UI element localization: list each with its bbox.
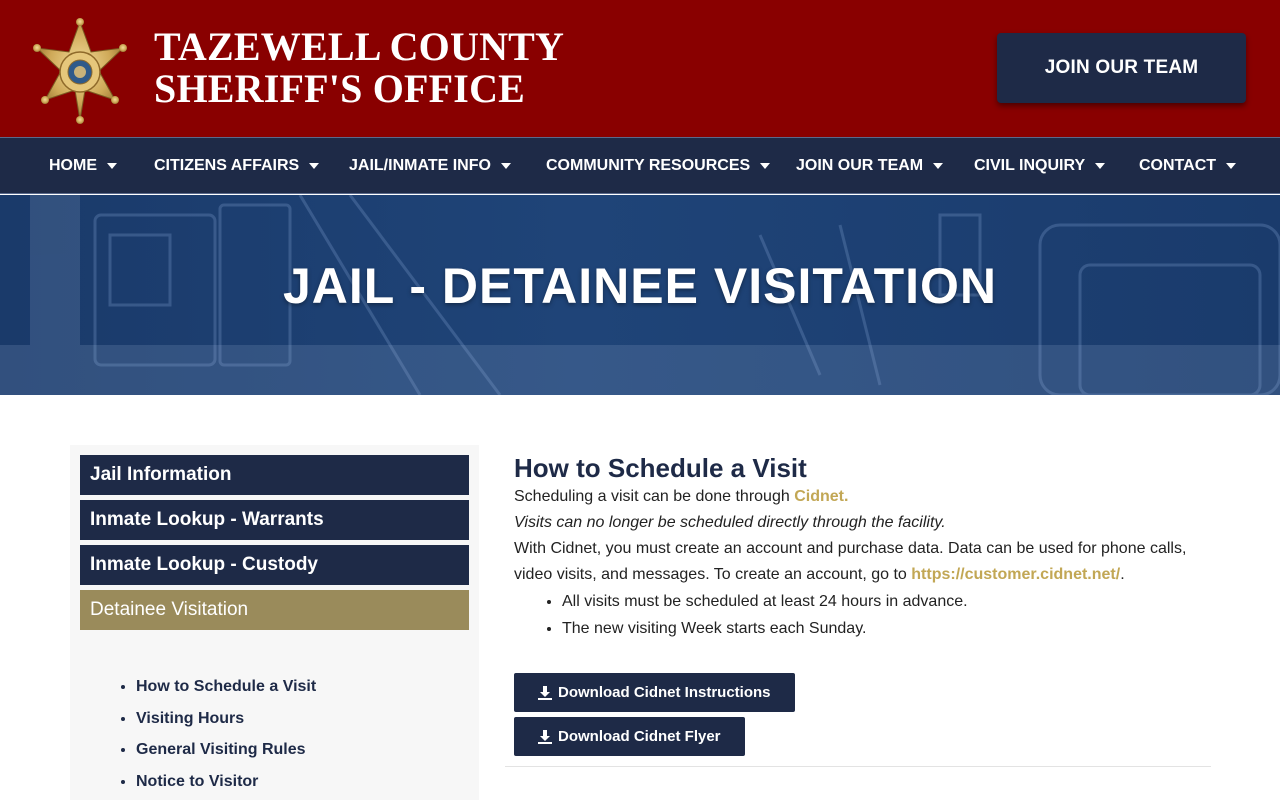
site-title-line2: SHERIFF'S OFFICE (154, 68, 564, 110)
chevron-down-icon (933, 163, 943, 169)
list-item: The new visiting Week starts each Sunday… (562, 616, 1211, 643)
join-our-team-button[interactable]: JOIN OUR TEAM (997, 33, 1246, 103)
account-text-end: . (1120, 566, 1124, 583)
sidebar-item-jail-information[interactable]: Jail Information (80, 455, 469, 495)
list-item: Visiting Hours (136, 709, 316, 741)
download-icon (538, 686, 552, 700)
visit-rules-list: All visits must be scheduled at least 24… (562, 589, 1211, 643)
download-cidnet-instructions-button[interactable]: Download Cidnet Instructions (514, 673, 795, 712)
sidebar-item-inmate-lookup-warrants[interactable]: Inmate Lookup - Warrants (80, 500, 469, 540)
nav-item-contact[interactable]: CONTACT (1139, 138, 1236, 194)
list-item: General Visiting Rules (136, 740, 316, 772)
site-title-line1: TAZEWELL COUNTY (154, 26, 564, 68)
main-content: How to Schedule a Visit Scheduling a vis… (514, 452, 1211, 643)
nav-item-label: JAIL/INMATE INFO (349, 157, 491, 175)
nav-item-label: CONTACT (1139, 157, 1216, 175)
account-paragraph: With Cidnet, you must create an account … (514, 536, 1211, 588)
intro-text: Scheduling a visit can be done through (514, 488, 794, 505)
sidebar-link-how-to-schedule[interactable]: How to Schedule a Visit (136, 678, 316, 695)
sidebar-item-detainee-visitation[interactable]: Detainee Visitation (80, 590, 469, 630)
nav-item-label: HOME (49, 157, 97, 175)
sidebar-link-general-visiting-rules[interactable]: General Visiting Rules (136, 741, 306, 758)
main-navigation: HOME CITIZENS AFFAIRS JAIL/INMATE INFO C… (0, 137, 1280, 194)
page-title: JAIL - DETAINEE VISITATION (0, 257, 1280, 315)
chevron-down-icon (1226, 163, 1236, 169)
sidebar-section-links: How to Schedule a Visit Visiting Hours G… (136, 677, 316, 803)
section-divider (505, 766, 1211, 767)
list-item: All visits must be scheduled at least 24… (562, 589, 1211, 616)
nav-item-label: CITIZENS AFFAIRS (154, 157, 299, 175)
nav-item-civil-inquiry[interactable]: CIVIL INQUIRY (974, 138, 1105, 194)
nav-item-community-resources[interactable]: COMMUNITY RESOURCES (546, 138, 770, 194)
page-hero-banner: JAIL - DETAINEE VISITATION (0, 195, 1280, 395)
chevron-down-icon (501, 163, 511, 169)
site-title[interactable]: TAZEWELL COUNTY SHERIFF'S OFFICE (154, 26, 564, 110)
sheriff-star-badge-icon[interactable] (33, 18, 127, 124)
download-icon (538, 730, 552, 744)
section-heading: How to Schedule a Visit (514, 452, 1211, 484)
button-label: Download Cidnet Flyer (558, 728, 721, 745)
sidebar-item-inmate-lookup-custody[interactable]: Inmate Lookup - Custody (80, 545, 469, 585)
list-item: Notice to Visitor (136, 772, 316, 803)
cidnet-url-link[interactable]: https://customer.cidnet.net/ (911, 566, 1120, 583)
chevron-down-icon (107, 163, 117, 169)
nav-item-label: COMMUNITY RESOURCES (546, 157, 750, 175)
list-item: How to Schedule a Visit (136, 677, 316, 709)
nav-item-citizens-affairs[interactable]: CITIZENS AFFAIRS (154, 138, 319, 194)
chevron-down-icon (760, 163, 770, 169)
button-label: Download Cidnet Instructions (558, 684, 771, 701)
nav-item-home[interactable]: HOME (49, 138, 117, 194)
notice-paragraph: Visits can no longer be scheduled direct… (514, 510, 1211, 536)
download-cidnet-flyer-button[interactable]: Download Cidnet Flyer (514, 717, 745, 756)
cidnet-link[interactable]: Cidnet. (794, 488, 848, 505)
sidebar-link-visiting-hours[interactable]: Visiting Hours (136, 710, 244, 727)
chevron-down-icon (309, 163, 319, 169)
chevron-down-icon (1095, 163, 1105, 169)
sidebar-link-notice-to-visitor[interactable]: Notice to Visitor (136, 773, 258, 790)
nav-item-label: JOIN OUR TEAM (796, 157, 923, 175)
site-header: TAZEWELL COUNTY SHERIFF'S OFFICE JOIN OU… (0, 0, 1280, 137)
sidebar: Jail Information Inmate Lookup - Warrant… (70, 445, 479, 800)
nav-item-jail-inmate-info[interactable]: JAIL/INMATE INFO (349, 138, 511, 194)
nav-item-label: CIVIL INQUIRY (974, 157, 1085, 175)
nav-item-join-our-team[interactable]: JOIN OUR TEAM (796, 138, 943, 194)
intro-paragraph: Scheduling a visit can be done through C… (514, 484, 1211, 510)
